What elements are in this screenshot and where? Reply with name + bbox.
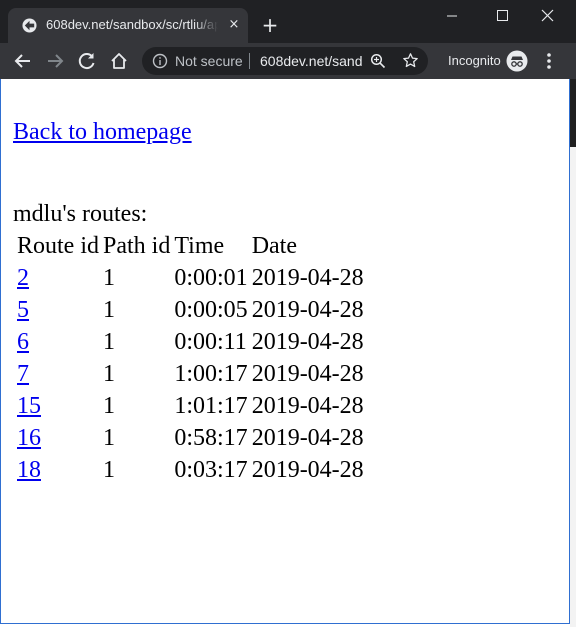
window-close-icon[interactable] — [533, 6, 563, 26]
route-id-cell: 5 — [16, 295, 100, 325]
time-cell: 0:00:05 — [174, 297, 248, 323]
date-cell: 2019-04-28 — [251, 457, 364, 483]
maximize-icon[interactable] — [487, 6, 517, 26]
title-bar: 608dev.net/sandbox/sc/rtliu/api/ × + — [0, 0, 576, 43]
url-text[interactable]: 608dev.net/sandbox/sc/rtliu/api/ — [260, 52, 362, 70]
date-cell: 2019-04-28 — [251, 329, 364, 355]
table-row: 2 1 0:00:01 2019-04-28 — [16, 263, 365, 293]
route-id-cell: 16 — [16, 423, 100, 453]
column-header-date: Date — [251, 233, 297, 259]
table-row: 16 1 0:58:17 2019-04-28 — [16, 423, 365, 453]
table-header-row: Route id Path id Time Date — [16, 231, 365, 261]
column-header-route-id: Route id — [17, 233, 99, 259]
route-link[interactable]: 18 — [17, 457, 41, 483]
route-id-cell: 15 — [16, 391, 100, 421]
browser-tab[interactable]: 608dev.net/sandbox/sc/rtliu/api/ × — [8, 8, 248, 43]
date-cell: 2019-04-28 — [251, 265, 364, 291]
omnibox-divider — [249, 53, 250, 69]
minimize-icon[interactable] — [437, 6, 467, 26]
route-id-cell: 6 — [16, 327, 100, 357]
route-link[interactable]: 5 — [17, 297, 29, 323]
incognito-label: Incognito — [448, 53, 501, 68]
route-link[interactable]: 2 — [17, 265, 29, 291]
star-icon[interactable] — [402, 52, 419, 69]
forward-arrow-icon[interactable] — [45, 51, 65, 71]
time-cell: 0:00:01 — [174, 265, 248, 291]
reload-icon[interactable] — [77, 51, 97, 71]
page-heading: mdlu's routes: — [13, 201, 148, 227]
table-row: 6 1 0:00:11 2019-04-28 — [16, 327, 365, 357]
column-header-time: Time — [174, 233, 225, 259]
column-header-path-id: Path id — [103, 233, 171, 259]
menu-icon[interactable] — [541, 52, 557, 70]
incognito-icon[interactable] — [506, 50, 528, 72]
route-link[interactable]: 15 — [17, 393, 41, 419]
time-cell: 0:00:11 — [174, 329, 247, 355]
address-bar[interactable]: Not secure 608dev.net/sandbox/sc/rtliu/a… — [142, 47, 428, 75]
back-arrow-icon[interactable] — [13, 51, 33, 71]
page-viewport: Back to homepage mdlu's routes: Route id… — [0, 79, 570, 624]
path-id-cell: 1 — [103, 361, 115, 387]
security-status[interactable]: Not secure — [175, 52, 243, 70]
table-row: 18 1 0:03:17 2019-04-28 — [16, 455, 365, 485]
table-row: 15 1 1:01:17 2019-04-28 — [16, 391, 365, 421]
route-id-cell: 18 — [16, 455, 100, 485]
date-cell: 2019-04-28 — [251, 393, 364, 419]
new-tab-button[interactable]: + — [260, 15, 280, 35]
route-link[interactable]: 7 — [17, 361, 29, 387]
time-cell: 1:01:17 — [174, 393, 248, 419]
background-window-header — [570, 79, 576, 147]
browser-toolbar: Not secure 608dev.net/sandbox/sc/rtliu/a… — [0, 43, 576, 79]
path-id-cell: 1 — [103, 425, 115, 451]
table-row: 5 1 0:00:05 2019-04-28 — [16, 295, 365, 325]
route-link[interactable]: 6 — [17, 329, 29, 355]
time-cell: 0:58:17 — [174, 425, 248, 451]
background-window — [570, 79, 576, 627]
time-cell: 0:03:17 — [174, 457, 248, 483]
tab-title: 608dev.net/sandbox/sc/rtliu/api/ — [46, 17, 218, 35]
route-id-cell: 7 — [16, 359, 100, 389]
table-row: 7 1 1:00:17 2019-04-28 — [16, 359, 365, 389]
path-id-cell: 1 — [103, 265, 115, 291]
route-link[interactable]: 16 — [17, 425, 41, 451]
back-to-homepage-link[interactable]: Back to homepage — [13, 117, 192, 147]
date-cell: 2019-04-28 — [251, 297, 364, 323]
close-icon[interactable]: × — [226, 17, 242, 33]
info-icon[interactable] — [152, 53, 168, 69]
routes-table: Route id Path id Time Date 2 1 0:00:01 2… — [14, 229, 367, 487]
route-id-cell: 2 — [16, 263, 100, 293]
path-id-cell: 1 — [103, 297, 115, 323]
path-id-cell: 1 — [103, 393, 115, 419]
date-cell: 2019-04-28 — [251, 425, 364, 451]
time-cell: 1:00:17 — [174, 361, 248, 387]
favicon-icon — [22, 18, 37, 33]
zoom-icon[interactable] — [370, 53, 386, 69]
path-id-cell: 1 — [103, 329, 115, 355]
date-cell: 2019-04-28 — [251, 361, 364, 387]
path-id-cell: 1 — [103, 457, 115, 483]
home-icon[interactable] — [109, 51, 129, 71]
